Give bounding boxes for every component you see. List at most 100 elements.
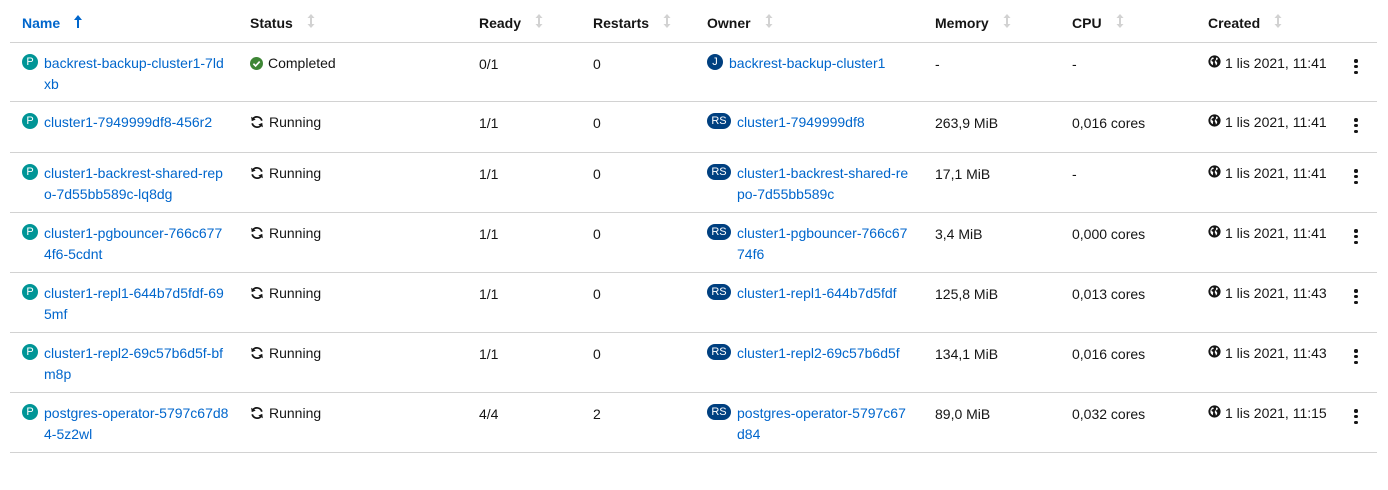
owner-badge-icon: RS xyxy=(707,113,731,129)
column-header-memory[interactable]: Memory xyxy=(935,0,1011,42)
cpu-value: 0,013 cores xyxy=(1072,286,1146,302)
owner-link[interactable]: postgres-operator-5797c67d84 xyxy=(737,403,909,445)
status-cell: Running xyxy=(250,403,321,424)
memory-value: 134,1 MiB xyxy=(935,346,999,362)
owner-link[interactable]: cluster1-backrest-shared-repo-7d55bb589c xyxy=(737,163,909,205)
sync-icon xyxy=(251,347,263,360)
created-text: 1 lis 2021, 11:43 xyxy=(1225,285,1327,301)
column-header-owner[interactable]: Owner xyxy=(707,0,773,42)
row-actions-kebab-icon[interactable] xyxy=(1350,229,1362,249)
pod-name-link[interactable]: cluster1-backrest-shared-repo-7d55bb589c… xyxy=(44,163,229,205)
pod-name-link[interactable]: backrest-backup-cluster1-7ldxb xyxy=(44,53,229,95)
table-body: P backrest-backup-cluster1-7ldxb Complet… xyxy=(10,43,1377,453)
created-text: 1 lis 2021, 11:15 xyxy=(1225,405,1327,421)
ready-value: 1/1 xyxy=(479,226,499,242)
owner-badge-icon: RS xyxy=(707,284,731,300)
column-header-name[interactable]: Name xyxy=(22,0,83,42)
column-header-name-label: Name xyxy=(22,15,61,31)
column-header-status[interactable]: Status xyxy=(250,0,315,42)
status-cell: Completed xyxy=(250,53,336,74)
pod-badge-icon: P xyxy=(22,344,38,360)
pod-name-link[interactable]: cluster1-7949999df8-456r2 xyxy=(44,112,229,133)
table-row: P backrest-backup-cluster1-7ldxb Complet… xyxy=(10,43,1377,102)
ready-value: 1/1 xyxy=(479,166,499,182)
row-actions-kebab-icon[interactable] xyxy=(1350,118,1362,138)
created-text: 1 lis 2021, 11:41 xyxy=(1225,165,1327,181)
row-actions-kebab-icon[interactable] xyxy=(1350,59,1362,79)
sort-icon xyxy=(663,0,671,46)
column-header-created[interactable]: Created xyxy=(1208,0,1282,42)
created-text: 1 lis 2021, 11:41 xyxy=(1225,114,1327,130)
row-actions-kebab-icon[interactable] xyxy=(1350,349,1362,369)
status-cell: Running xyxy=(250,223,321,244)
pod-badge-icon: P xyxy=(22,284,38,300)
table-row: P cluster1-7949999df8-456r2 Running 1/1 … xyxy=(10,102,1377,153)
owner-link[interactable]: cluster1-repl1-644b7d5fdf xyxy=(737,283,909,304)
owner-link[interactable]: cluster1-7949999df8 xyxy=(737,112,909,133)
cpu-value: 0,016 cores xyxy=(1072,346,1146,362)
column-header-owner-label: Owner xyxy=(707,15,751,31)
sync-icon xyxy=(251,407,263,420)
owner-link[interactable]: cluster1-repl2-69c57b6d5f xyxy=(737,343,909,364)
memory-value: 89,0 MiB xyxy=(935,406,991,422)
column-header-restarts[interactable]: Restarts xyxy=(593,0,671,42)
owner-link[interactable]: backrest-backup-cluster1 xyxy=(729,53,901,74)
ready-value: 1/1 xyxy=(479,346,499,362)
sync-icon xyxy=(251,167,263,180)
restarts-value: 2 xyxy=(593,406,601,422)
ready-value: 0/1 xyxy=(479,56,499,72)
ready-value: 1/1 xyxy=(479,115,499,131)
globe-icon xyxy=(1208,114,1221,127)
row-actions-kebab-icon[interactable] xyxy=(1350,289,1362,309)
pod-badge-icon: P xyxy=(22,404,38,420)
status-text: Running xyxy=(269,114,322,130)
memory-value: 3,4 MiB xyxy=(935,226,983,242)
cpu-value: 0,016 cores xyxy=(1072,115,1146,131)
created-cell: 1 lis 2021, 11:15 xyxy=(1208,403,1327,424)
created-cell: 1 lis 2021, 11:43 xyxy=(1208,283,1327,304)
created-cell: 1 lis 2021, 11:43 xyxy=(1208,343,1327,364)
column-header-ready-label: Ready xyxy=(479,15,522,31)
pod-name-link[interactable]: cluster1-repl2-69c57b6d5f-bfm8p xyxy=(44,343,229,385)
memory-value: 125,8 MiB xyxy=(935,286,999,302)
status-text: Running xyxy=(269,165,322,181)
sort-icon xyxy=(1274,0,1282,46)
restarts-value: 0 xyxy=(593,56,601,72)
ready-value: 1/1 xyxy=(479,286,499,302)
globe-icon xyxy=(1208,225,1221,238)
owner-badge-icon: RS xyxy=(707,404,731,420)
column-header-ready[interactable]: Ready xyxy=(479,0,543,42)
status-text: Running xyxy=(269,345,322,361)
pod-name-link[interactable]: postgres-operator-5797c67d84-5z2wl xyxy=(44,403,229,445)
sort-icon xyxy=(307,0,315,46)
restarts-value: 0 xyxy=(593,286,601,302)
globe-icon xyxy=(1208,285,1221,298)
row-actions-kebab-icon[interactable] xyxy=(1350,409,1362,429)
row-actions-kebab-icon[interactable] xyxy=(1350,169,1362,189)
sort-icon xyxy=(765,0,773,46)
created-cell: 1 lis 2021, 11:41 xyxy=(1208,53,1327,74)
owner-link[interactable]: cluster1-pgbouncer-766c6774f6 xyxy=(737,223,909,265)
sync-icon xyxy=(251,116,263,129)
table-row: P cluster1-backrest-shared-repo-7d55bb58… xyxy=(10,153,1377,213)
column-header-created-label: Created xyxy=(1208,15,1261,31)
pod-badge-icon: P xyxy=(22,164,38,180)
memory-value: 17,1 MiB xyxy=(935,166,991,182)
globe-icon xyxy=(1208,55,1221,68)
status-cell: Running xyxy=(250,112,321,133)
pod-name-link[interactable]: cluster1-pgbouncer-766c6774f6-5cdnt xyxy=(44,223,229,265)
check-circle-icon xyxy=(250,56,263,70)
restarts-value: 0 xyxy=(593,226,601,242)
status-cell: Running xyxy=(250,163,321,184)
ready-value: 4/4 xyxy=(479,406,499,422)
globe-icon xyxy=(1208,345,1221,358)
pod-badge-icon: P xyxy=(22,113,38,129)
column-header-cpu[interactable]: CPU xyxy=(1072,0,1124,42)
pod-name-link[interactable]: cluster1-repl1-644b7d5fdf-695mf xyxy=(44,283,229,325)
owner-badge-icon: RS xyxy=(707,164,731,180)
table-row: P cluster1-repl1-644b7d5fdf-695mf Runnin… xyxy=(10,273,1377,333)
sort-icon xyxy=(535,0,543,46)
created-cell: 1 lis 2021, 11:41 xyxy=(1208,163,1327,184)
pod-badge-icon: P xyxy=(22,224,38,240)
globe-icon xyxy=(1208,405,1221,418)
